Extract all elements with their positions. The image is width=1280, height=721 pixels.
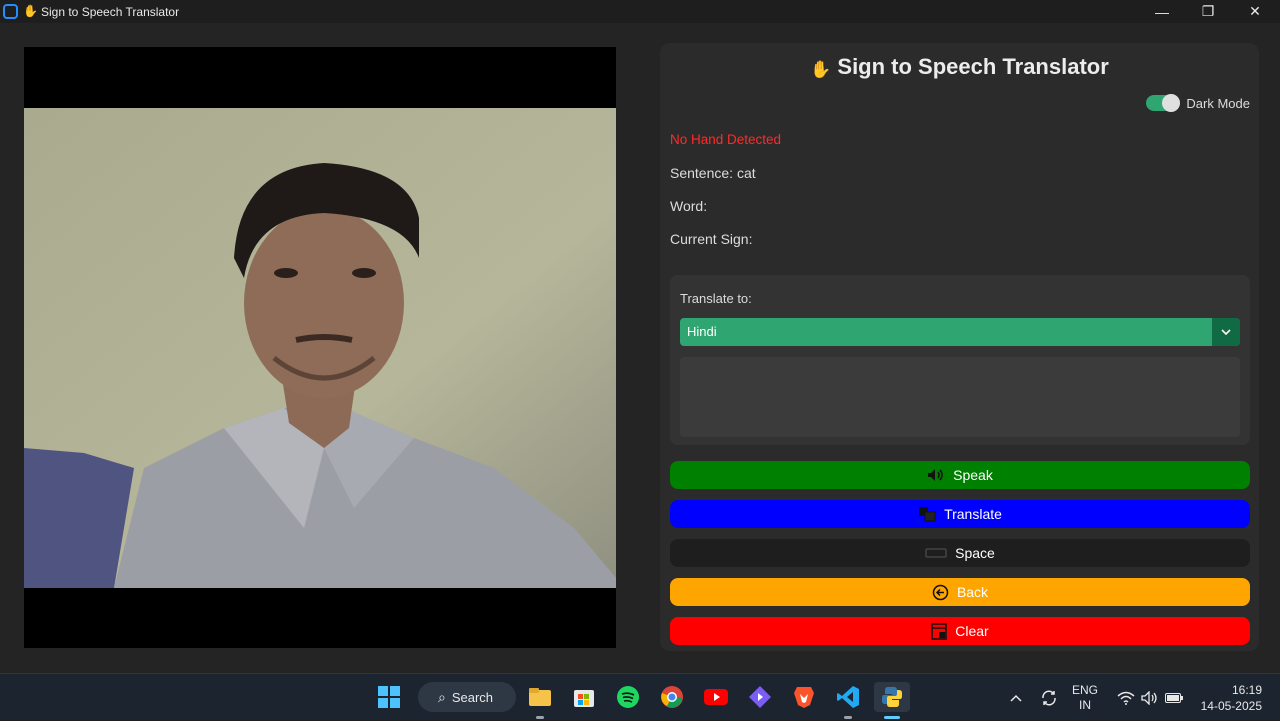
language-code: ENG: [1072, 682, 1099, 697]
speaker-icon: [927, 468, 945, 482]
battery-icon[interactable]: [1165, 674, 1183, 721]
sync-icon[interactable]: [1040, 674, 1058, 721]
hand-detection-status: No Hand Detected: [670, 132, 782, 147]
webcam-frame-image: [24, 108, 616, 588]
maximize-button[interactable]: ❐: [1185, 0, 1231, 23]
speak-button[interactable]: Speak: [670, 461, 1250, 489]
speak-label: Speak: [953, 467, 993, 483]
translate-button[interactable]: Translate: [670, 500, 1250, 528]
clear-button[interactable]: Clear: [670, 617, 1250, 645]
panel-title-text: Sign to Speech Translator: [837, 54, 1109, 79]
space-button[interactable]: Space: [670, 539, 1250, 567]
active-indicator: [884, 716, 900, 719]
clear-icon: [931, 622, 948, 640]
translation-section: Translate to: Hindi: [670, 275, 1250, 445]
translation-output[interactable]: [680, 357, 1240, 437]
language-indicator[interactable]: ENG IN: [1072, 674, 1098, 721]
taskbar-search[interactable]: ⌕ Search: [418, 682, 516, 712]
app-window-icon: [3, 4, 18, 19]
clock-date: 14-05-2025: [1200, 698, 1262, 713]
dark-mode-switch[interactable]: [1146, 94, 1181, 112]
keyboard-spacebar-icon: [925, 547, 947, 559]
hand-icon: ✋: [810, 60, 832, 79]
translate-label: Translate: [944, 506, 1002, 522]
vscode-icon[interactable]: [834, 682, 862, 719]
translate-icon: [918, 506, 936, 522]
chrome-icon[interactable]: [658, 682, 686, 712]
search-label: Search: [451, 689, 494, 705]
close-button[interactable]: ✕: [1232, 0, 1278, 23]
window-titlebar: ✋ Sign to Speech Translator — ❐ ✕: [0, 0, 1280, 23]
file-explorer-icon[interactable]: [526, 682, 554, 719]
region-code: IN: [1079, 697, 1091, 712]
youtube-icon[interactable]: [702, 682, 730, 712]
running-indicator: [844, 716, 852, 719]
translate-to-label: Translate to:: [680, 291, 752, 306]
camera-feed: [24, 47, 616, 648]
current-sign-label: Current Sign:: [670, 231, 753, 247]
hand-icon: ✋: [23, 4, 38, 18]
dark-mode-label: Dark Mode: [1186, 95, 1250, 111]
spotify-icon[interactable]: [614, 682, 642, 712]
word-label: Word:: [670, 198, 708, 214]
minimize-button[interactable]: —: [1139, 0, 1185, 23]
brave-icon[interactable]: [790, 682, 818, 712]
taskbar: ⌕ Search ENG IN 16:19 14-05-2025: [0, 673, 1280, 720]
panel-heading: ✋ Sign to Speech Translator: [660, 54, 1259, 80]
space-label: Space: [955, 545, 995, 561]
running-indicator: [536, 716, 544, 719]
back-label: Back: [956, 584, 989, 600]
search-icon: ⌕: [438, 688, 446, 705]
wifi-icon[interactable]: [1117, 674, 1135, 721]
window-title: Sign to Speech Translator: [41, 5, 180, 19]
language-select[interactable]: Hindi: [680, 318, 1240, 346]
selected-language: Hindi: [687, 324, 717, 339]
back-button[interactable]: Back: [670, 578, 1250, 606]
media-player-icon[interactable]: [746, 682, 774, 712]
clock-time: 16:19: [1231, 682, 1262, 697]
chevron-down-icon[interactable]: [1212, 318, 1240, 346]
windows-start-icon[interactable]: [374, 682, 404, 712]
control-panel: ✋ Sign to Speech Translator Dark Mode No …: [660, 43, 1259, 651]
tray-overflow-icon[interactable]: [1010, 674, 1022, 721]
volume-icon[interactable]: [1141, 674, 1159, 721]
app-main: ✋ Sign to Speech Translator Dark Mode No …: [0, 23, 1280, 673]
back-arrow-icon: [932, 584, 949, 601]
sentence-label: Sentence: cat: [670, 165, 756, 181]
clock[interactable]: 16:19 14-05-2025: [1196, 674, 1262, 721]
clear-label: Clear: [955, 623, 989, 639]
python-icon[interactable]: [874, 682, 910, 719]
store-icon[interactable]: [570, 682, 598, 712]
dark-mode-toggle-group: Dark Mode: [1146, 94, 1250, 112]
